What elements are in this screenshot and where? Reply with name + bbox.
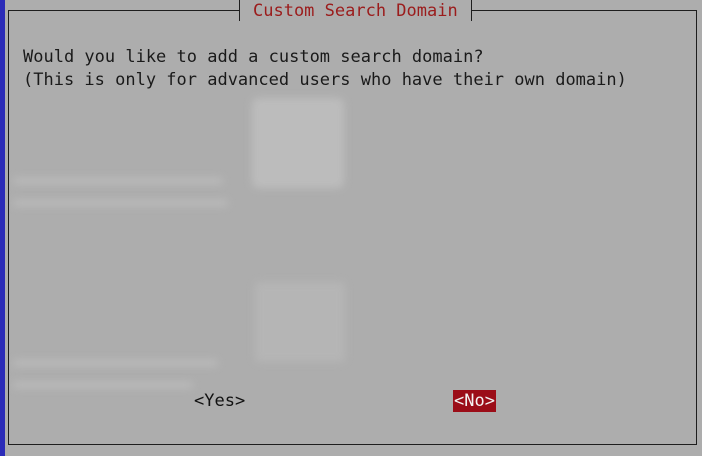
message-line-2: (This is only for advanced users who hav… — [23, 70, 627, 90]
yes-button[interactable]: <Yes> — [194, 390, 245, 412]
no-button[interactable]: <No> — [453, 390, 496, 412]
message-line-1: Would you like to add a custom search do… — [23, 47, 484, 67]
custom-search-domain-dialog: Custom Search Domain Would you like to a… — [5, 0, 702, 456]
dialog-title: Custom Search Domain — [239, 0, 472, 21]
dialog-message: Would you like to add a custom search do… — [23, 46, 627, 92]
